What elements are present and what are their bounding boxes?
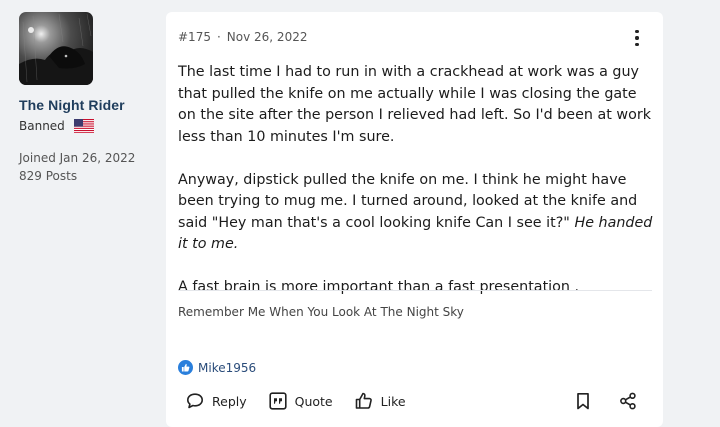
thumbs-up-icon <box>178 360 193 375</box>
more-options-icon[interactable] <box>629 30 645 46</box>
thumbs-up-outline-icon <box>355 392 372 409</box>
post-date[interactable]: Nov 26, 2022 <box>227 30 308 44</box>
signature-divider <box>178 290 652 291</box>
like-button[interactable]: Like <box>355 392 406 410</box>
share-icon[interactable] <box>619 392 637 410</box>
bookmark-icon[interactable] <box>574 392 592 410</box>
post-actions: Reply Quote Like <box>186 392 428 410</box>
username[interactable]: The Night Rider <box>19 97 159 113</box>
reactions-bar[interactable]: Mike1956 <box>178 360 256 375</box>
signature: Remember Me When You Look At The Night S… <box>178 305 464 319</box>
quote-button[interactable]: Quote <box>269 392 333 410</box>
like-label: Like <box>380 393 406 409</box>
reply-button[interactable]: Reply <box>186 392 247 410</box>
post-card: #175 · Nov 26, 2022 The last time I had … <box>166 12 663 427</box>
user-avatar[interactable] <box>19 12 93 85</box>
paragraph: A fast brain is more important than a fa… <box>178 279 580 295</box>
paragraph-text: Anyway, dipstick pulled the knife on me.… <box>178 171 638 231</box>
quote-icon <box>269 392 287 410</box>
post-count: 829 Posts <box>19 169 78 183</box>
user-info: The Night Rider Banned Joined Jan 26, 20… <box>19 12 159 185</box>
reaction-user[interactable]: Mike1956 <box>198 361 256 375</box>
header-separator: · <box>216 30 221 44</box>
join-date: Joined Jan 26, 2022 <box>19 151 136 165</box>
paragraph: The last time I had to run in with a cra… <box>178 64 651 145</box>
quote-label: Quote <box>294 393 333 409</box>
post-body: The last time I had to run in with a cra… <box>178 62 653 320</box>
user-role: Banned <box>19 119 65 133</box>
paragraph: Anyway, dipstick pulled the knife on me.… <box>178 170 653 256</box>
reply-icon <box>187 393 203 409</box>
post-number[interactable]: #175 <box>178 30 211 44</box>
us-flag-icon <box>73 119 94 133</box>
reply-label: Reply <box>212 393 247 409</box>
